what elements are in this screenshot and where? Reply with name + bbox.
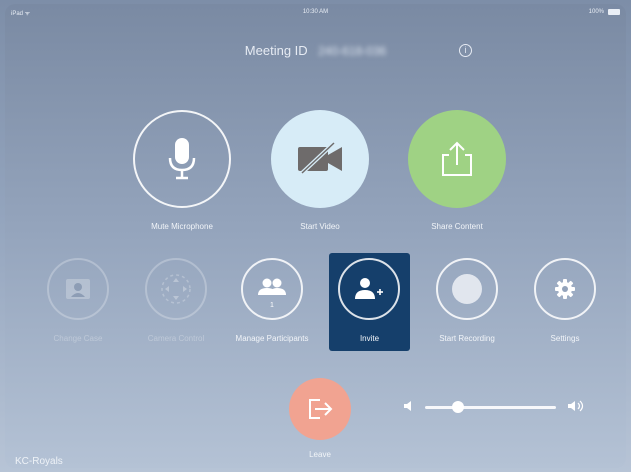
invite-label: Invite bbox=[359, 334, 380, 343]
settings-button[interactable] bbox=[534, 258, 596, 320]
meeting-controls-screen: iPad ᯤ 10:30 AM 100% Meeting ID 240-618-… bbox=[5, 4, 626, 468]
volume-slider-thumb[interactable] bbox=[451, 401, 464, 413]
participants-icon bbox=[258, 278, 286, 295]
battery-icon bbox=[608, 9, 620, 15]
leave-button[interactable] bbox=[289, 378, 351, 440]
meeting-id-label: Meeting ID bbox=[244, 43, 308, 58]
start-video-label: Start Video bbox=[300, 222, 340, 231]
volume-slider-track[interactable] bbox=[425, 406, 556, 409]
change-case-button[interactable] bbox=[47, 258, 109, 320]
meeting-header: Meeting ID 240-618-036 bbox=[5, 42, 626, 60]
video-camera-off-icon bbox=[298, 141, 342, 175]
leave-icon bbox=[309, 399, 333, 419]
start-recording-label: Start Recording bbox=[439, 334, 495, 343]
gear-icon bbox=[555, 279, 575, 299]
manage-participants-label: Manage Participants bbox=[235, 334, 309, 343]
invite-circle bbox=[338, 258, 400, 320]
change-case-label: Change Case bbox=[53, 334, 103, 343]
status-bar: iPad ᯤ 10:30 AM 100% bbox=[5, 4, 626, 20]
microphone-icon bbox=[168, 138, 196, 180]
camera-case-icon bbox=[66, 279, 90, 299]
meeting-id-value: 240-618-036 bbox=[318, 43, 387, 58]
camera-control-icon bbox=[161, 274, 191, 304]
add-person-icon bbox=[355, 278, 383, 299]
start-recording-button[interactable] bbox=[436, 258, 498, 320]
battery-percent: 100% bbox=[588, 9, 604, 15]
info-icon[interactable]: i bbox=[459, 44, 472, 57]
settings-label: Settings bbox=[550, 334, 580, 343]
record-icon bbox=[452, 274, 482, 304]
participant-count-badge: 1 bbox=[270, 302, 274, 309]
room-name: KC-Royals bbox=[15, 456, 63, 467]
status-time: 10:30 AM bbox=[302, 9, 329, 15]
share-content-label: Share Content bbox=[431, 222, 483, 231]
manage-participants-button[interactable]: 1 bbox=[241, 258, 303, 320]
leave-label: Leave bbox=[309, 450, 331, 459]
camera-control-label: Camera Control bbox=[147, 334, 205, 343]
share-content-button[interactable] bbox=[408, 110, 506, 208]
share-icon bbox=[442, 141, 472, 176]
start-video-button[interactable] bbox=[271, 110, 369, 208]
mute-microphone-label: Mute Microphone bbox=[151, 222, 213, 231]
volume-low-icon bbox=[404, 401, 411, 411]
camera-control-button[interactable] bbox=[145, 258, 207, 320]
mute-microphone-button[interactable] bbox=[133, 110, 231, 208]
volume-high-icon bbox=[568, 400, 584, 412]
